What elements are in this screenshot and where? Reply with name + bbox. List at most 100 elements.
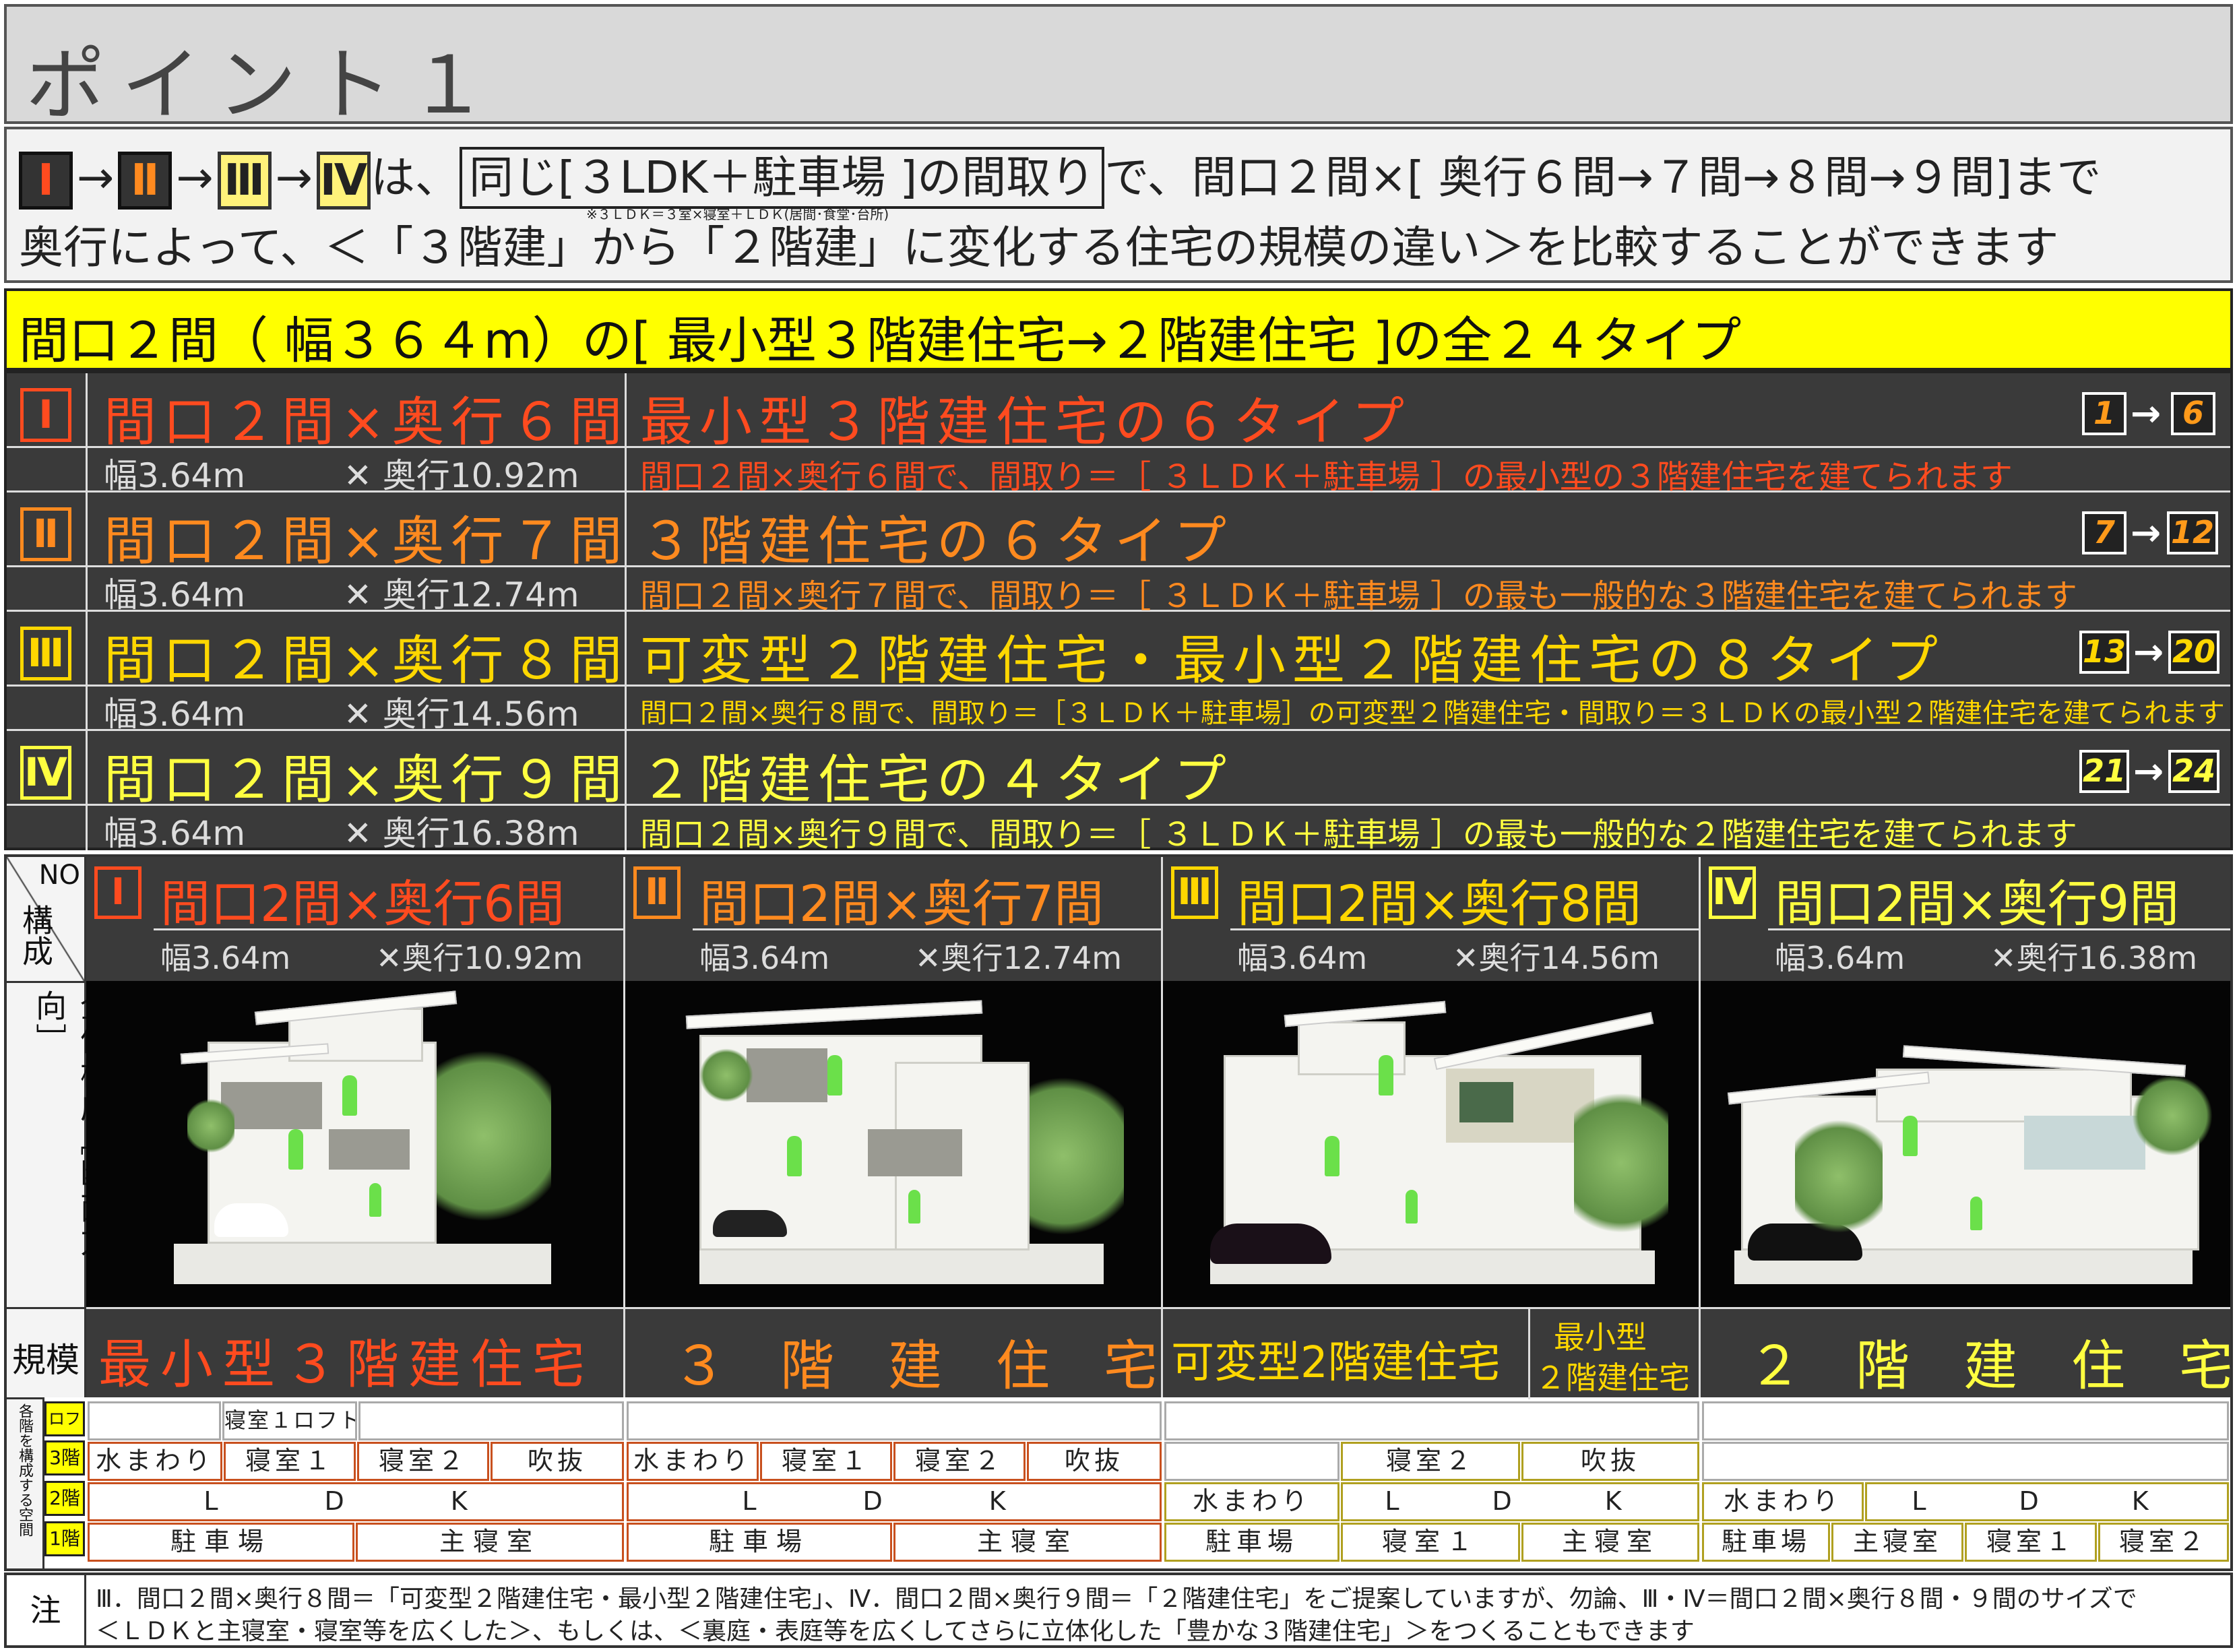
kousei-label: 構成 xyxy=(18,904,54,966)
summary-row-4: Ⅳ 間口２間×奥行９間 幅3.64m ✕ 奥行16.38m ２階建住宅の４タイプ… xyxy=(7,731,2230,854)
row-size-name: 間口２間×奥行７間 xyxy=(104,511,629,572)
intro-line-1: Ⅰ → Ⅱ → Ⅲ → Ⅳは、 同じ[３LDK＋駐車場 ]の間取り で、間口２間×[ 奥行６間→… xyxy=(19,141,2101,210)
scale-label: 最小型３階建住宅 xyxy=(98,1335,595,1395)
c3-f3-void: 吹抜 xyxy=(1521,1442,1699,1481)
row-description: 間口２間×奥行９間で、間取り＝［ ３ＬＤＫ＋駐車場 ］の最も一般的な２階建住宅を… xyxy=(640,816,2077,854)
intro-text-a: は、 xyxy=(370,152,460,203)
c3-f3-bedroom2: 寝室２ xyxy=(1341,1442,1520,1481)
col-width: 幅3.64m xyxy=(160,940,291,976)
badge-to: 6 xyxy=(2171,392,2215,435)
c3-f1-master: 主寝室 xyxy=(1521,1523,1699,1562)
roman-3: Ⅲ xyxy=(217,151,272,210)
badge-to: 24 xyxy=(2168,750,2219,793)
intro-text-b: で、間口２間×[ 奥行６間→７間→８間→９間]まで xyxy=(1104,152,2102,203)
summary-row-3: Ⅲ 間口２間×奥行８間 幅3.64m ✕ 奥行14.56m 可変型２階建住宅・最… xyxy=(7,612,2230,734)
footnote: 注 Ⅲ．間口２間×奥行８間＝「可変型２階建住宅・最小型２階建住宅」、Ⅳ．間口２間… xyxy=(4,1572,2233,1648)
col-width: 幅3.64m xyxy=(1775,940,1905,976)
note-line-1: Ⅲ．間口２間×奥行８間＝「可変型２階建住宅・最小型２階建住宅」、Ⅳ．間口２間×奥… xyxy=(96,1585,2137,1613)
c3-f2-ldk: L D K xyxy=(1341,1482,1699,1521)
row-number: Ⅲ xyxy=(20,627,71,680)
note-label: 注 xyxy=(7,1575,86,1645)
col-width: 幅3.64m xyxy=(1237,940,1368,976)
c3-loft-empty xyxy=(1164,1401,1699,1440)
scale-cell-2: ３ 階 建 住 宅 xyxy=(625,1307,1163,1397)
badge-arrow: → xyxy=(2133,631,2164,673)
c3-f3-empty xyxy=(1164,1442,1340,1481)
col-number: Ⅳ xyxy=(1709,866,1756,919)
row-width: 幅3.64m xyxy=(104,695,246,734)
model-photo-1 xyxy=(86,981,625,1307)
row-size-name: 間口２間×奥行８間 xyxy=(104,631,629,691)
col-depth: ✕奥行16.38m xyxy=(1990,940,2198,976)
page-title: ポイント１ xyxy=(26,38,505,131)
badge-to: 20 xyxy=(2168,631,2219,674)
row-size-name: 間口２間×奥行９間 xyxy=(104,750,629,811)
badge-from: 21 xyxy=(2079,750,2129,793)
badge-arrow: → xyxy=(2131,511,2162,554)
c1-f3-void: 吹抜 xyxy=(491,1442,624,1481)
c1-f3-water: 水まわり xyxy=(88,1442,222,1481)
col-head-3: Ⅲ 間口2間×奥行8間 幅3.64m ✕奥行14.56m xyxy=(1163,857,1702,981)
model-photo-4 xyxy=(1701,981,2230,1307)
col-depth: ✕奥行14.56m xyxy=(1453,940,1660,976)
row-description: 間口２間×奥行８間で、間取り＝［３ＬＤＫ＋駐車場］の可変型２階建住宅・間取り＝３… xyxy=(640,698,2225,729)
row-depth: ✕ 奥行16.38m xyxy=(344,814,579,853)
roman-2: Ⅱ xyxy=(118,151,172,210)
c1-f2-ldk: L D K xyxy=(88,1482,624,1521)
c2-f1-master: 主寝室 xyxy=(893,1523,1162,1562)
note-line-2: ＜ＬＤＫと主寝室・寝室等を広くした＞、もしくは、＜裏庭・表庭等を広くしてさらに立… xyxy=(96,1618,1695,1645)
c4-f2-ldk: L D K xyxy=(1865,1482,2229,1521)
roman-1: Ⅰ xyxy=(19,151,73,210)
row-size-name: 間口２間×奥行６間 xyxy=(104,392,629,453)
arrow: → xyxy=(275,152,313,203)
col-number: Ⅱ xyxy=(633,866,681,919)
kibo-label: 規模 xyxy=(12,1341,80,1380)
row-width: 幅3.64m xyxy=(104,814,246,853)
c3-f1-parking: 駐車場 xyxy=(1164,1523,1340,1562)
scale-label-b1: 最小型 xyxy=(1554,1319,1647,1356)
c4-f1-bedroom1: 寝室１ xyxy=(1965,1523,2097,1562)
row-number: Ⅳ xyxy=(20,746,71,800)
scale-label-a: 可変型2階建住宅 xyxy=(1171,1338,1501,1388)
intro-panel: Ⅰ → Ⅱ → Ⅲ → Ⅳは、 同じ[３LDK＋駐車場 ]の間取り で、間口２間×[ 奥行６間→… xyxy=(4,127,2233,283)
comparison-grid: NO 構成 全体構成［断面方向］ 規模 各階を構成する空間 ロフト 3階 2階 … xyxy=(4,854,2233,1571)
badge-from: 7 xyxy=(2082,511,2126,554)
c4-f1-master: 主寝室 xyxy=(1831,1523,1963,1562)
intro-boxed-plan: 同じ[３LDK＋駐車場 ]の間取り xyxy=(459,147,1105,209)
badge-arrow: → xyxy=(2131,392,2162,435)
arrow: → xyxy=(77,152,115,203)
scale-cell-1: 最小型３階建住宅 xyxy=(86,1307,625,1397)
floor-loft: ロフト xyxy=(44,1401,85,1459)
col-head-1: Ⅰ 間口2間×奥行6間 幅3.64m ✕奥行10.92m xyxy=(86,857,625,981)
row-depth: ✕ 奥行12.74m xyxy=(344,575,579,614)
c2-loft-empty xyxy=(627,1401,1162,1440)
floor-1: 1階 xyxy=(44,1521,85,1556)
row-depth: ✕ 奥行14.56m xyxy=(344,695,579,734)
badge-to: 12 xyxy=(2167,511,2218,554)
row-type: ２階建住宅の４タイプ xyxy=(640,750,1234,811)
c4-f3-empty xyxy=(1702,1442,2229,1481)
col-depth: ✕奥行12.74m xyxy=(915,940,1123,976)
c4-loft-empty xyxy=(1702,1401,2229,1440)
row-type: 可変型２階建住宅・最小型２階建住宅の８タイプ xyxy=(640,631,1945,691)
row-type: ３階建住宅の６タイプ xyxy=(640,511,1234,572)
col-depth: ✕奥行10.92m xyxy=(376,940,584,976)
summary-row-2: Ⅱ 間口２間×奥行７間 幅3.64m ✕ 奥行12.74m ３階建住宅の６タイプ… xyxy=(7,493,2230,615)
c2-f3-void: 吹抜 xyxy=(1027,1442,1162,1481)
c3-f1-bedroom1: 寝室１ xyxy=(1341,1523,1520,1562)
row-description: 間口２間×奥行６間で、間取り＝［ ３ＬＤＫ＋駐車場 ］の最小型の３階建住宅を建て… xyxy=(640,458,2013,496)
kibo-header: 規模 xyxy=(7,1307,86,1397)
col-name: 間口2間×奥行7間 xyxy=(699,875,1104,933)
types-banner: 間口２間（ 幅３６４m）の[ 最小型３階建住宅→２階建住宅 ]の全２４タイプ xyxy=(4,288,2233,371)
c4-f1-parking: 駐車場 xyxy=(1702,1523,1830,1562)
roman-4: Ⅳ xyxy=(316,151,371,210)
row-number: Ⅱ xyxy=(20,507,71,561)
model-photo-2 xyxy=(625,981,1163,1307)
arrow: → xyxy=(176,152,214,203)
c2-f3-bedroom1: 寝室１ xyxy=(760,1442,892,1481)
row-depth: ✕ 奥行10.92m xyxy=(344,456,579,495)
summary-row-1: Ⅰ 間口２間×奥行６間 幅3.64m ✕ 奥行10.92m 最小型３階建住宅の６… xyxy=(7,373,2230,496)
row-description: 間口２間×奥行７間で、間取り＝［ ３ＬＤＫ＋駐車場 ］の最も一般的な３階建住宅を… xyxy=(640,577,2077,615)
floor-3: 3階 xyxy=(44,1440,85,1475)
title-bar: ポイント１ xyxy=(4,4,2233,131)
